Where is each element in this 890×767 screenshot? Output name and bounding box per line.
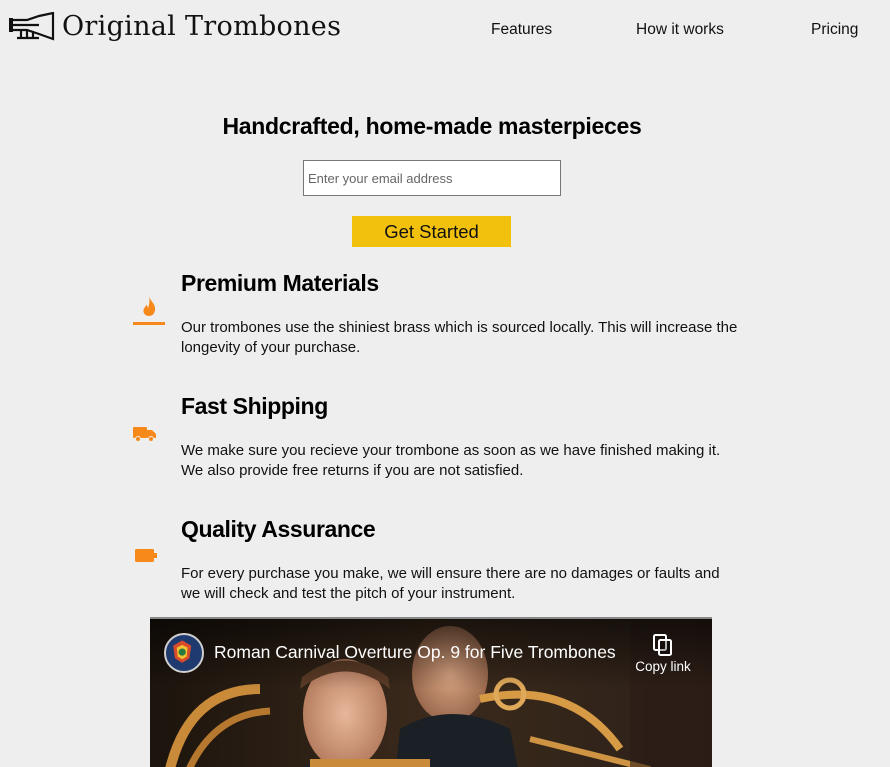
feature-text: We make sure you recieve your trombone a… (181, 442, 721, 479)
channel-avatar[interactable] (164, 633, 204, 673)
channel-emblem-icon (167, 636, 197, 666)
copy-link-button[interactable]: Copy link (632, 631, 694, 689)
video-title[interactable]: Roman Carnival Overture Op. 9 for Five T… (214, 642, 616, 663)
feature-title: Premium Materials (181, 270, 379, 296)
hero-title: Handcrafted, home-made masterpieces (222, 113, 642, 139)
feature-title: Quality Assurance (181, 516, 376, 542)
get-started-button[interactable]: Get Started (352, 216, 511, 247)
landing-page: Original Trombones Features How it works… (0, 0, 890, 767)
nav-link-how-it-works[interactable]: How it works (636, 20, 724, 40)
feature-text: For every purchase you make, we will ens… (181, 565, 720, 602)
battery-icon (135, 549, 157, 562)
nav-link-pricing[interactable]: Pricing (811, 20, 858, 40)
feature-title: Fast Shipping (181, 393, 328, 419)
brand-logo[interactable]: Original Trombones (9, 12, 341, 42)
fire-icon (133, 296, 165, 325)
truck-icon (133, 427, 156, 442)
video-embed[interactable]: Roman Carnival Overture Op. 9 for Five T… (150, 617, 712, 767)
brand-name: Original Trombones (62, 11, 342, 42)
copy-link-label: Copy link (635, 659, 691, 674)
feature-text: Our trombones use the shiniest brass whi… (181, 319, 738, 356)
nav-link-features[interactable]: Features (491, 20, 552, 40)
header: Original Trombones Features How it works… (0, 0, 890, 60)
email-input[interactable] (303, 160, 561, 196)
copy-icon (653, 634, 672, 656)
trumpet-logo-icon (9, 12, 55, 41)
